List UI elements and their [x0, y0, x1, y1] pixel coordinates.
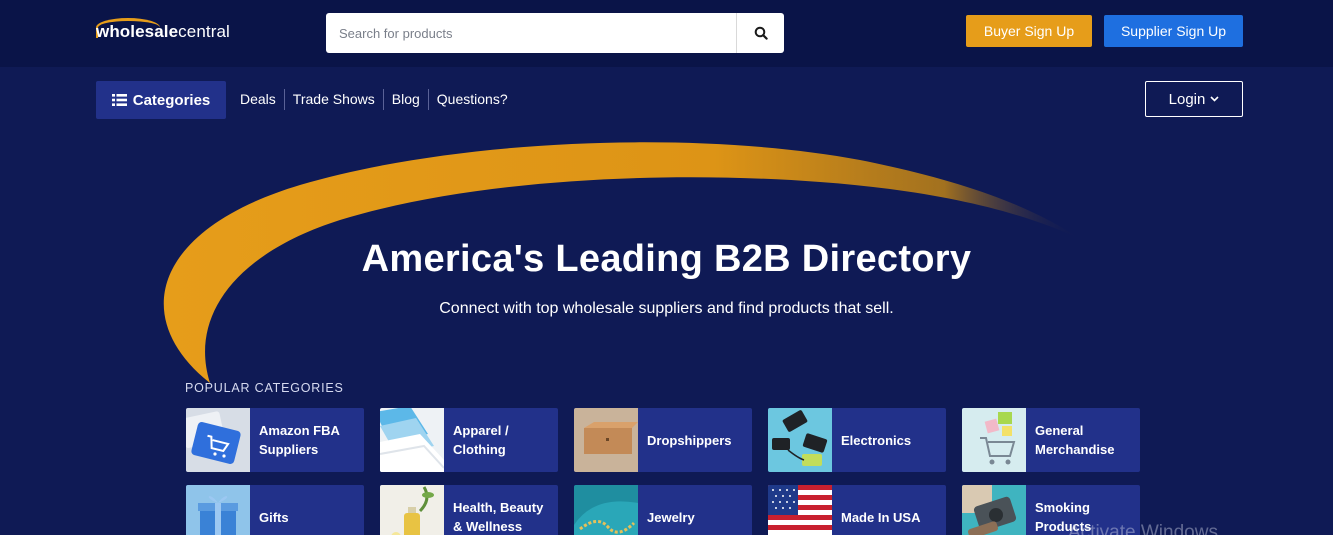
category-label: Amazon FBA Suppliers: [259, 423, 340, 457]
beauty-oil-bottle-icon: [380, 485, 444, 535]
nav-link-deals[interactable]: Deals: [232, 89, 285, 110]
search-button[interactable]: [736, 13, 784, 53]
category-card-made-in-usa[interactable]: Made In USA: [768, 485, 946, 535]
smoking-device-icon: [962, 485, 1026, 535]
login-label: Login: [1168, 90, 1206, 108]
gift-box-icon: [186, 485, 250, 535]
nav-link-blog[interactable]: Blog: [384, 89, 429, 110]
gold-chain-icon: [574, 485, 638, 535]
category-card-jewelry[interactable]: Jewelry: [574, 485, 752, 535]
windows-activation-watermark: Activate Windows: [1068, 522, 1218, 535]
popular-categories-heading: POPULAR CATEGORIES: [185, 381, 344, 395]
category-label: Apparel / Clothing: [453, 423, 509, 457]
category-card-dropshippers[interactable]: Dropshippers: [574, 408, 752, 472]
category-card-electronics[interactable]: Electronics: [768, 408, 946, 472]
category-card-general-merchandise[interactable]: General Merchandise: [962, 408, 1140, 472]
logo-text-light: central: [178, 22, 230, 41]
search-bar: [326, 13, 784, 53]
top-header: wholesalecentral Buyer Sign Up Supplier …: [0, 0, 1333, 67]
category-label: Health, Beauty & Wellness: [453, 500, 544, 534]
nav-link-questions[interactable]: Questions?: [429, 89, 516, 110]
power-banks-icon: [768, 408, 832, 472]
shopping-cart-gifts-icon: [962, 408, 1026, 472]
category-card-health-beauty[interactable]: Health, Beauty & Wellness: [380, 485, 558, 535]
hero-subtitle: Connect with top wholesale suppliers and…: [439, 300, 894, 317]
nav-link-trade-shows[interactable]: Trade Shows: [285, 89, 384, 110]
category-card-amazon-fba[interactable]: Amazon FBA Suppliers: [186, 408, 364, 472]
category-label: General Merchandise: [1035, 423, 1115, 457]
category-label: Jewelry: [647, 509, 695, 525]
chevron-down-icon: [1210, 96, 1219, 102]
search-input[interactable]: [326, 14, 736, 52]
wholesale-central-logo[interactable]: wholesale central: [96, 18, 230, 46]
category-card-apparel[interactable]: Apparel / Clothing: [380, 408, 558, 472]
main-nav: Deals Trade Shows Blog Questions?: [232, 89, 516, 110]
logo-text-bold: wholesale: [96, 22, 179, 41]
category-card-gifts[interactable]: Gifts: [186, 485, 364, 535]
cardboard-box-icon: [574, 408, 638, 472]
hero-title: America's Leading B2B Directory: [361, 238, 972, 280]
category-grid: Amazon FBA Suppliers Apparel / Clothing …: [186, 408, 1142, 535]
category-label: Made In USA: [841, 509, 921, 525]
category-label: Gifts: [259, 509, 289, 525]
us-flag-icon: [768, 485, 832, 535]
search-icon: [754, 26, 768, 40]
amazon-cart-keyboard-icon: [186, 408, 250, 472]
supplier-signup-button[interactable]: Supplier Sign Up: [1104, 15, 1243, 47]
buyer-signup-button[interactable]: Buyer Sign Up: [966, 15, 1092, 47]
category-label: Dropshippers: [647, 432, 732, 448]
categories-button[interactable]: Categories: [96, 81, 226, 119]
folded-clothing-icon: [380, 408, 444, 472]
category-label: Electronics: [841, 432, 912, 448]
login-button[interactable]: Login: [1145, 81, 1243, 117]
categories-label: Categories: [132, 91, 211, 109]
list-icon: [111, 94, 127, 106]
